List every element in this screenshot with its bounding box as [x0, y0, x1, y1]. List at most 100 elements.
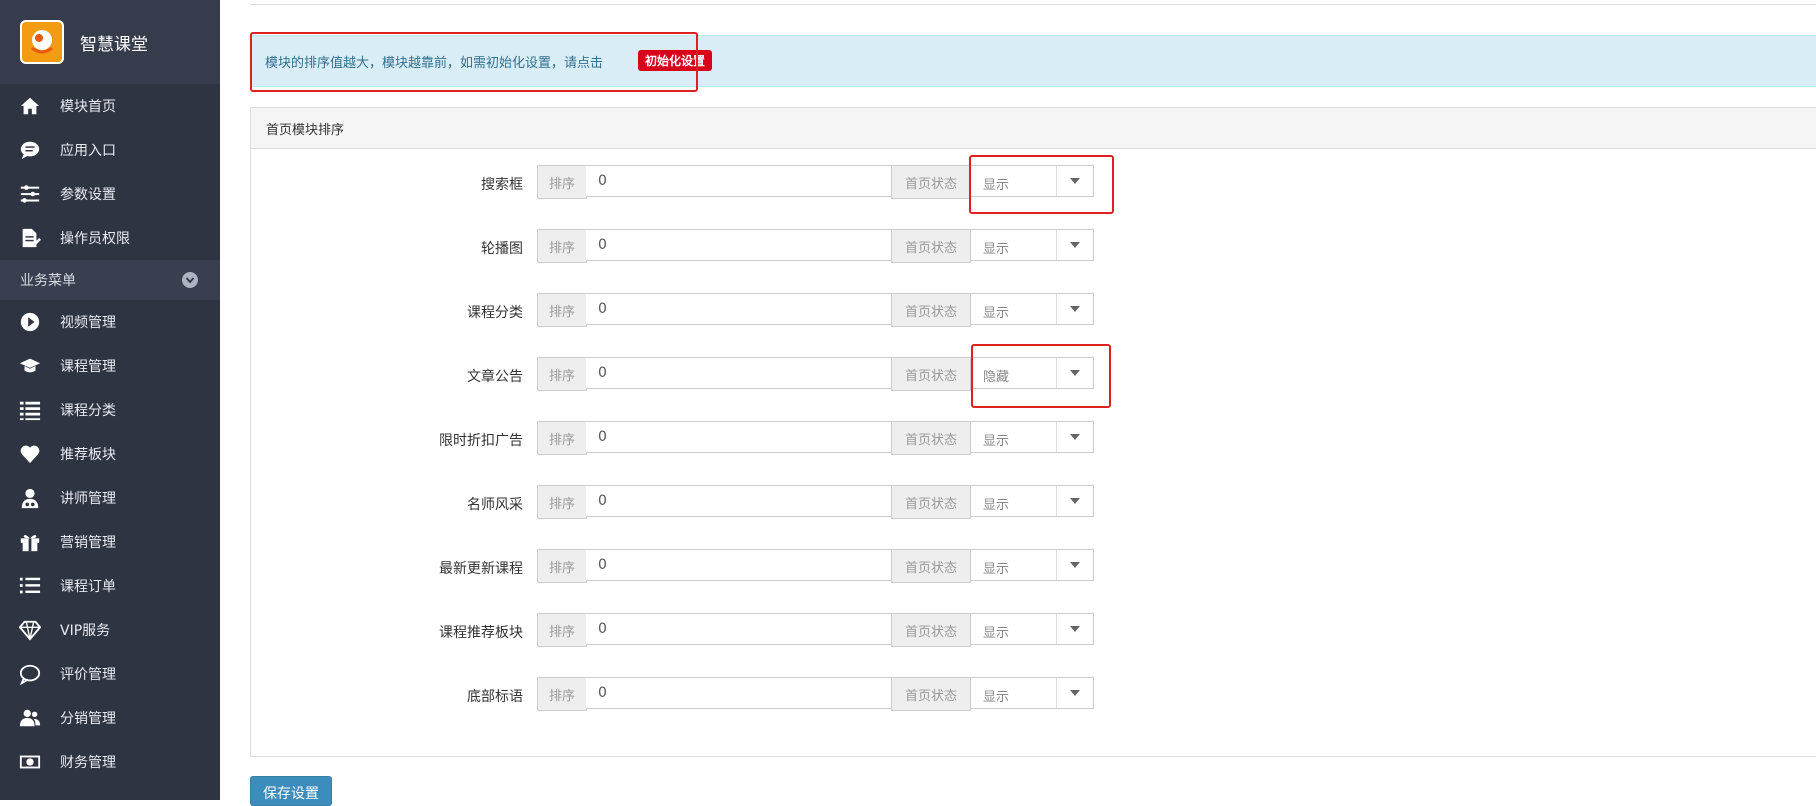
- sidebar-item-label: 讲师管理: [60, 491, 116, 507]
- sidebar-item-finance[interactable]: 财务管理: [0, 740, 220, 784]
- sort-addon: 排序: [537, 165, 587, 199]
- sort-input[interactable]: 0: [586, 549, 891, 581]
- sidebar-item-orders[interactable]: 课程订单: [0, 564, 220, 608]
- caret-down-icon[interactable]: [1056, 422, 1093, 452]
- diamond-icon: [16, 619, 44, 641]
- sidebar-item-distribution[interactable]: 分销管理: [0, 696, 220, 740]
- caret-down-icon[interactable]: [1056, 678, 1093, 708]
- caret-down-icon[interactable]: [1056, 486, 1093, 516]
- status-addon: 首页状态: [891, 613, 971, 647]
- sidebar-item-label: 分销管理: [60, 711, 116, 727]
- sidebar-item-recommend[interactable]: 推荐板块: [0, 432, 220, 476]
- sort-addon: 排序: [537, 357, 587, 391]
- sort-input[interactable]: 0: [586, 485, 891, 517]
- sidebar-item-label: VIP服务: [60, 623, 111, 639]
- module-label: 轮播图: [481, 241, 523, 257]
- caret-down-icon[interactable]: [1056, 166, 1093, 196]
- heart-icon: [16, 443, 44, 465]
- sidebar-item-label: 参数设置: [60, 187, 116, 203]
- status-addon: 首页状态: [891, 549, 971, 583]
- status-addon: 首页状态: [891, 421, 971, 455]
- sidebar-item-label: 课程管理: [60, 359, 116, 375]
- sidebar-item-lecturer[interactable]: 讲师管理: [0, 476, 220, 520]
- caret-down-icon[interactable]: [1056, 614, 1093, 644]
- sidebar-item-course-category[interactable]: 课程分类: [0, 388, 220, 432]
- app-title: 智慧课堂: [80, 34, 148, 55]
- status-select[interactable]: 显示: [970, 613, 1094, 645]
- user-md-icon: [16, 487, 44, 509]
- sidebar-item-operator-permissions[interactable]: 操作员权限: [0, 216, 220, 260]
- sidebar-item-label: 课程订单: [60, 579, 116, 595]
- brand: 智慧课堂: [0, 0, 220, 84]
- module-label: 限时折扣广告: [439, 433, 523, 449]
- status-select[interactable]: 显示: [970, 549, 1094, 581]
- status-value: 显示: [983, 562, 1010, 577]
- sidebar-item-video[interactable]: 视频管理: [0, 300, 220, 344]
- sidebar-item-reviews[interactable]: 评价管理: [0, 652, 220, 696]
- module-row: 限时折扣广告 排序 0 首页状态 显示: [251, 421, 1151, 455]
- status-select[interactable]: 显示: [970, 165, 1094, 197]
- list-icon: [16, 399, 44, 421]
- app-logo: [20, 20, 64, 64]
- status-select[interactable]: 显示: [970, 293, 1094, 325]
- sort-input[interactable]: 0: [586, 165, 891, 197]
- sort-addon: 排序: [537, 293, 587, 327]
- ordered-list-icon: [16, 575, 44, 597]
- sidebar-item-settings[interactable]: 参数设置: [0, 172, 220, 216]
- module-row: 课程推荐板块 排序 0 首页状态 显示: [251, 613, 1151, 647]
- caret-down-icon[interactable]: [1056, 294, 1093, 324]
- main-content: 模块的排序值越大，模块越靠前，如需初始化设置，请点击 初始化设置 首页模块排序 …: [220, 0, 1816, 806]
- module-row: 搜索框 排序 0 首页状态 显示: [251, 165, 1151, 199]
- sidebar-item-vip[interactable]: VIP服务: [0, 608, 220, 652]
- business-menu-section[interactable]: 业务菜单: [0, 260, 220, 300]
- sidebar-item-label: 模块首页: [60, 99, 116, 115]
- module-row: 底部标语 排序 0 首页状态 显示: [251, 677, 1151, 711]
- caret-down-icon[interactable]: [1056, 358, 1093, 388]
- sort-input[interactable]: 0: [586, 357, 891, 389]
- home-icon: [16, 95, 44, 117]
- module-row: 轮播图 排序 0 首页状态 显示: [251, 229, 1151, 263]
- section-label: 业务菜单: [20, 273, 76, 289]
- status-select[interactable]: 显示: [970, 677, 1094, 709]
- users-icon: [16, 707, 44, 729]
- document-edit-icon: [16, 227, 44, 249]
- status-value: 显示: [983, 242, 1010, 257]
- init-settings-button[interactable]: 初始化设置: [638, 50, 713, 71]
- sliders-icon: [16, 183, 44, 205]
- sort-input[interactable]: 0: [586, 293, 891, 325]
- sort-addon: 排序: [537, 229, 587, 263]
- status-addon: 首页状态: [891, 229, 971, 263]
- status-addon: 首页状态: [891, 165, 971, 199]
- sidebar-item-label: 视频管理: [60, 315, 116, 331]
- caret-down-icon[interactable]: [1056, 230, 1093, 260]
- module-row: 名师风采 排序 0 首页状态 显示: [251, 485, 1151, 519]
- status-addon: 首页状态: [891, 677, 971, 711]
- sort-input[interactable]: 0: [586, 229, 891, 261]
- sidebar-item-course[interactable]: 课程管理: [0, 344, 220, 388]
- status-select[interactable]: 显示: [970, 485, 1094, 517]
- chevron-down-icon[interactable]: [182, 272, 198, 288]
- status-value: 显示: [983, 434, 1010, 449]
- save-settings-button[interactable]: 保存设置: [250, 776, 332, 806]
- caret-down-icon[interactable]: [1056, 550, 1093, 580]
- sidebar-item-module-home[interactable]: 模块首页: [0, 84, 220, 128]
- sort-input[interactable]: 0: [586, 421, 891, 453]
- play-icon: [16, 311, 44, 333]
- sort-input[interactable]: 0: [586, 613, 891, 645]
- sidebar-item-app-entry[interactable]: 应用入口: [0, 128, 220, 172]
- status-value: 显示: [983, 626, 1010, 641]
- gift-icon: [16, 531, 44, 553]
- module-row: 文章公告 排序 0 首页状态 隐藏: [251, 357, 1151, 391]
- status-value: 隐藏: [983, 370, 1010, 385]
- sort-input[interactable]: 0: [586, 677, 891, 709]
- sort-addon: 排序: [537, 421, 587, 455]
- panel-title: 首页模块排序: [251, 108, 1816, 149]
- status-select[interactable]: 显示: [970, 229, 1094, 261]
- module-row: 最新更新课程 排序 0 首页状态 显示: [251, 549, 1151, 583]
- sidebar-item-label: 课程分类: [60, 403, 116, 419]
- module-label: 底部标语: [467, 689, 523, 705]
- sidebar-item-marketing[interactable]: 营销管理: [0, 520, 220, 564]
- status-select[interactable]: 显示: [970, 421, 1094, 453]
- sidebar: 智慧课堂 模块首页 应用入口 参数设置 操作员权限 业务菜单 视频管理 课程管理…: [0, 0, 220, 800]
- status-select[interactable]: 隐藏: [970, 357, 1094, 389]
